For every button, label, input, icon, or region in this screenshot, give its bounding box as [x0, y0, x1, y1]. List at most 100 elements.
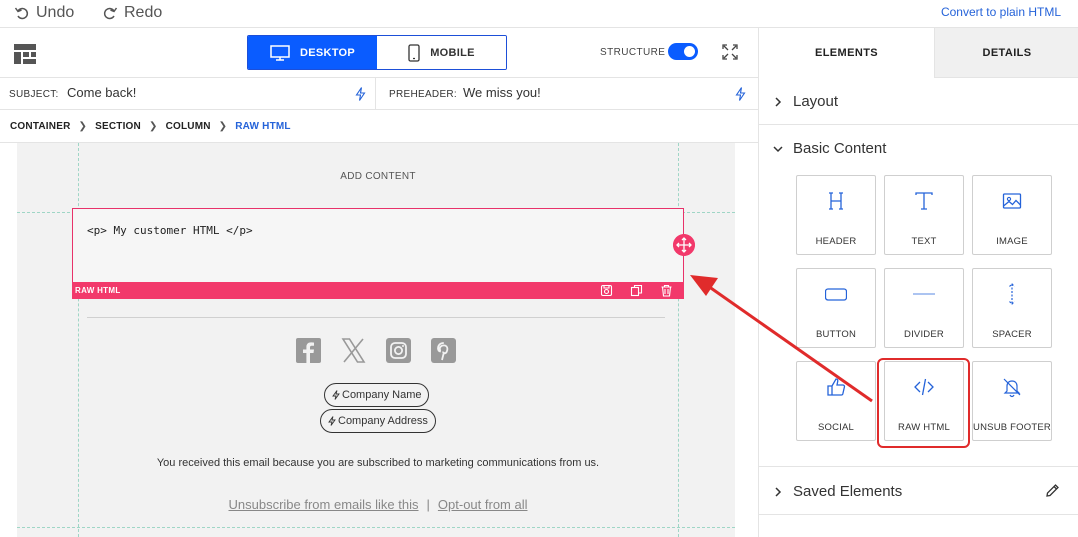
elements-panel: ELEMENTS DETAILS Layout Basic Content HE… [758, 28, 1078, 537]
tile-button[interactable]: BUTTON [796, 268, 876, 348]
tile-unsub-footer[interactable]: UNSUB FOOTER [972, 361, 1052, 441]
breadcrumb-column[interactable]: COLUMN [166, 121, 211, 132]
content-tiles-grid: HEADER TEXT IMAGE BUTTON DIVIDER SPACER … [796, 175, 1052, 441]
raw-html-toolbar: RAW HTML [72, 282, 684, 299]
section-divider [759, 124, 1078, 125]
raw-html-bar-label: RAW HTML [75, 286, 121, 295]
button-icon [825, 288, 847, 301]
edit-pencil-icon[interactable] [1045, 483, 1060, 498]
preheader-input[interactable]: We miss you! [463, 85, 541, 100]
basic-content-section-toggle[interactable]: Basic Content [773, 140, 886, 157]
section-divider [759, 514, 1078, 515]
tile-label: DIVIDER [904, 329, 944, 340]
undo-label: Undo [36, 4, 75, 21]
move-handle-icon[interactable] [673, 234, 695, 256]
mobile-button[interactable]: MOBILE [377, 36, 506, 69]
add-content-placeholder[interactable]: ADD CONTENT [78, 171, 678, 182]
save-block-icon[interactable] [600, 284, 613, 297]
subject-preheader-row: SUBJECT: Come back! PREHEADER: We miss y… [0, 78, 758, 110]
mobile-label: MOBILE [430, 46, 475, 59]
redo-label: Redo [124, 4, 163, 21]
company-name-label: Company Name [342, 389, 422, 401]
duplicate-icon[interactable] [630, 284, 643, 297]
subscription-notice: You received this email because you are … [156, 457, 600, 469]
convert-to-plain-html-link[interactable]: Convert to plain HTML [941, 5, 1061, 19]
preheader-label: PREHEADER: [389, 89, 458, 100]
thumbs-up-icon [827, 378, 846, 396]
merge-tag-icon [328, 416, 336, 426]
tile-header[interactable]: HEADER [796, 175, 876, 255]
tile-label: IMAGE [996, 236, 1028, 247]
company-address-merge-tag[interactable]: Company Address [320, 409, 436, 433]
chevron-right-icon [775, 486, 782, 497]
breadcrumb-section[interactable]: SECTION [95, 121, 141, 132]
social-icons-row [296, 338, 456, 363]
smartphone-icon [408, 43, 420, 62]
toggle-knob [684, 46, 695, 57]
merge-tag-icon[interactable] [735, 87, 746, 101]
subject-input[interactable]: Come back! [67, 85, 136, 100]
email-canvas: ADD CONTENT <p> My customer HTML </p> RA… [17, 143, 735, 537]
saved-elements-section-label: Saved Elements [793, 483, 903, 500]
fullscreen-icon[interactable] [722, 44, 738, 60]
saved-elements-section-toggle[interactable]: Saved Elements [773, 483, 902, 500]
bell-off-icon [1003, 378, 1021, 398]
structure-toggle[interactable] [668, 43, 698, 60]
image-icon [1002, 193, 1022, 209]
layout-grid-icon[interactable] [14, 44, 36, 64]
layout-section-toggle[interactable]: Layout [773, 93, 838, 110]
unsubscribe-link[interactable]: Unsubscribe from emails like this [229, 497, 419, 512]
undo-icon [14, 7, 29, 20]
basic-content-section-label: Basic Content [793, 140, 887, 157]
trash-icon[interactable] [660, 284, 673, 297]
tile-social[interactable]: SOCIAL [796, 361, 876, 441]
layout-section-label: Layout [793, 93, 839, 110]
tab-elements[interactable]: ELEMENTS [759, 28, 935, 78]
tile-label: SOCIAL [817, 422, 855, 433]
structure-label: STRUCTURE [600, 47, 666, 58]
undo-button[interactable]: Undo [14, 4, 74, 22]
tile-label: SPACER [992, 329, 1032, 340]
redo-button[interactable]: Redo [102, 4, 162, 22]
text-icon [915, 192, 933, 210]
panel-tabs: ELEMENTS DETAILS [759, 28, 1078, 78]
structure-guide [678, 143, 679, 537]
instagram-icon[interactable] [386, 338, 411, 363]
redo-icon [103, 7, 118, 20]
tile-image[interactable]: IMAGE [972, 175, 1052, 255]
tile-label: HEADER [815, 236, 857, 247]
subject-label: SUBJECT: [9, 89, 59, 100]
tile-spacer[interactable]: SPACER [972, 268, 1052, 348]
raw-html-code[interactable]: <p> My customer HTML </p> [87, 224, 253, 237]
company-address-label: Company Address [338, 415, 428, 427]
breadcrumb-container[interactable]: CONTAINER [10, 121, 71, 132]
company-name-merge-tag[interactable]: Company Name [324, 383, 430, 407]
structure-guide [78, 143, 79, 537]
link-separator: | [426, 497, 430, 512]
code-icon [914, 378, 934, 396]
footer-divider [87, 317, 665, 318]
tile-divider[interactable]: DIVIDER [884, 268, 964, 348]
optout-link[interactable]: Opt-out from all [438, 497, 528, 512]
section-divider [759, 466, 1078, 467]
chevron-right-icon [775, 96, 782, 107]
footer-links: Unsubscribe from emails like this | Opt-ou… [78, 497, 678, 512]
facebook-icon[interactable] [296, 338, 321, 363]
top-bar: Undo Redo Convert to plain HTML [0, 0, 1078, 28]
header-icon [829, 192, 843, 210]
merge-tag-icon[interactable] [355, 87, 366, 101]
tile-raw-html[interactable]: RAW HTML [884, 361, 964, 441]
spacer-icon [1009, 283, 1015, 305]
pinterest-icon[interactable] [431, 338, 456, 363]
tab-details[interactable]: DETAILS [935, 28, 1078, 78]
desktop-button[interactable]: DESKTOP [248, 36, 377, 69]
breadcrumb-separator: ❯ [148, 120, 158, 132]
chevron-down-icon [773, 145, 783, 152]
breadcrumb-separator: ❯ [218, 120, 228, 132]
tile-label: RAW HTML [898, 422, 950, 433]
tile-label: BUTTON [815, 329, 857, 340]
breadcrumb-current: RAW HTML [235, 120, 291, 132]
tile-text[interactable]: TEXT [884, 175, 964, 255]
x-icon[interactable] [341, 338, 366, 363]
tile-label: UNSUB FOOTER [973, 422, 1051, 433]
